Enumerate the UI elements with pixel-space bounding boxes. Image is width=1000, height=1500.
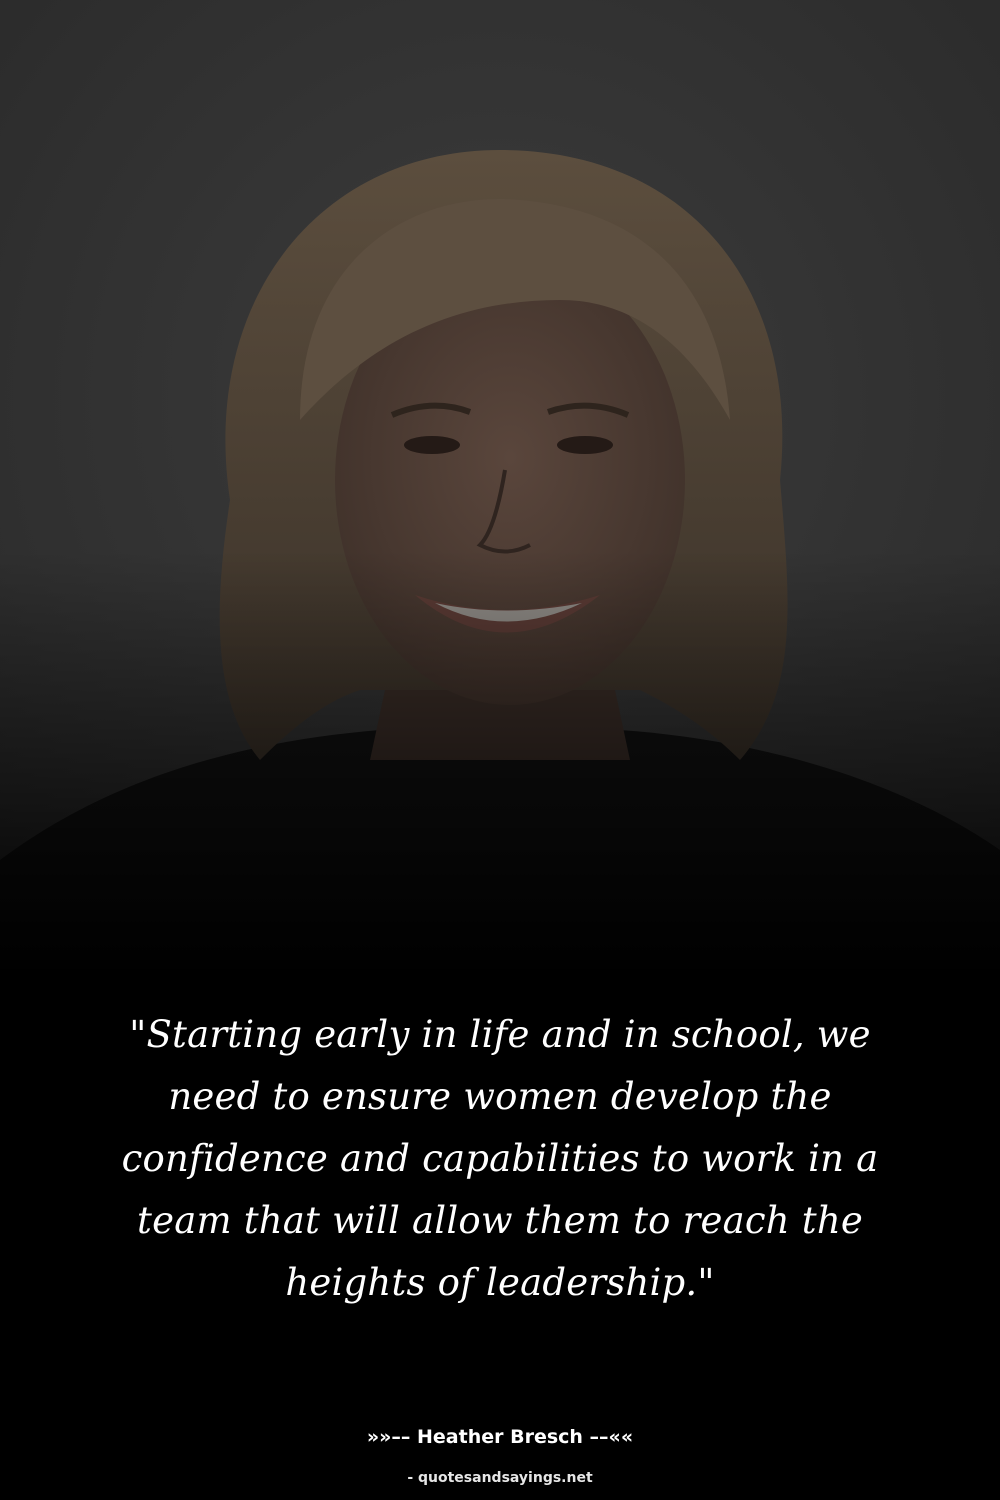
source-credit: - quotesandsayings.net: [407, 1470, 593, 1486]
photo-fade-overlay: [0, 0, 1000, 1000]
quote-text: "Starting early in life and in school, w…: [121, 1013, 879, 1304]
quote-card: "Starting early in life and in school, w…: [0, 0, 1000, 1500]
author-attribution: »»–– Heather Bresch ––««: [366, 1426, 634, 1448]
